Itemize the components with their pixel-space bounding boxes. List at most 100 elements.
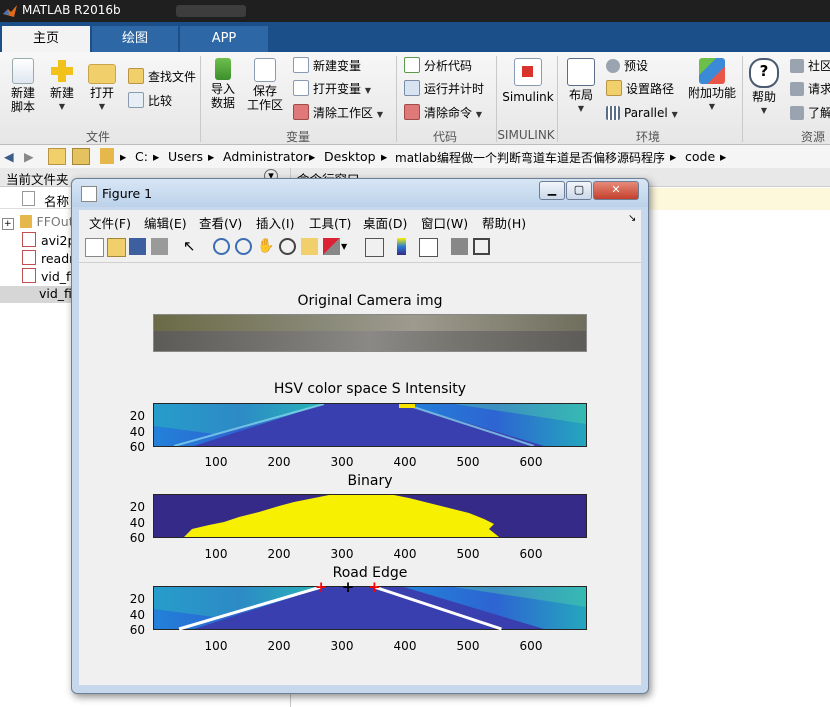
learn-icon [790, 106, 804, 120]
rotate-icon[interactable] [279, 238, 296, 255]
new-variable-button[interactable]: 新建变量 [293, 57, 361, 75]
zoom-in-icon[interactable] [213, 238, 230, 255]
minimize-button[interactable]: ▁ [539, 181, 565, 200]
crumb-project-folder[interactable]: matlab编程做一个判断弯道车道是否偏移源码程序 [395, 149, 665, 166]
parallel-icon [606, 106, 620, 120]
y-tick-label: 60 [129, 531, 145, 545]
run-and-time-button[interactable]: 运行并计时 [404, 80, 484, 98]
compare-button[interactable]: 比较 [128, 92, 172, 110]
compare-icon [128, 92, 144, 108]
clear-commands-button[interactable]: 清除命令 ▼ [404, 104, 482, 122]
open-button[interactable]: 打开 ▼ [86, 58, 118, 114]
browse-folder-icon[interactable] [72, 148, 90, 165]
file-name: vid_fi [39, 286, 72, 301]
set-path-button[interactable]: 设置路径 [606, 80, 674, 98]
layout-button[interactable]: 布局 ▼ [564, 58, 598, 116]
dock-arrow-icon[interactable]: ↘ [628, 213, 636, 224]
matlab-file-icon [22, 268, 36, 283]
learn-matlab-button[interactable]: 了解 [790, 104, 830, 122]
crumb-code[interactable]: code [685, 149, 715, 164]
find-files-icon [128, 68, 144, 84]
matlab-file-icon [22, 232, 36, 247]
clear-workspace-label: 清除工作区 [313, 106, 374, 120]
new-figure-icon[interactable] [85, 238, 104, 257]
crumb-drive[interactable]: C: [135, 149, 148, 164]
request-support-button[interactable]: 请求 [790, 80, 830, 98]
road-edge-svg: + + + [154, 578, 586, 631]
y-tick-label: 20 [129, 409, 145, 423]
colorbar-icon[interactable] [397, 238, 406, 255]
back-arrow-icon[interactable]: ◀ [4, 149, 14, 164]
expand-icon[interactable]: + [2, 218, 14, 230]
list-item[interactable]: readr [22, 250, 74, 267]
preferences-label: 预设 [624, 59, 649, 73]
pan-icon[interactable]: ✋ [257, 238, 274, 255]
save-workspace-button[interactable]: 保存 工作区 [245, 58, 285, 112]
x-tick-label: 400 [393, 639, 417, 653]
import-data-button[interactable]: 导入 数据 [206, 58, 240, 110]
menu-help[interactable]: 帮助(H) [482, 213, 526, 232]
menu-view[interactable]: 查看(V) [199, 213, 242, 232]
save-icon[interactable] [129, 238, 146, 255]
up-folder-icon[interactable] [48, 148, 66, 165]
menu-desktop[interactable]: 桌面(D) [363, 213, 407, 232]
y-tick-label: 60 [129, 623, 145, 637]
forward-arrow-icon[interactable]: ▶ [24, 149, 34, 164]
hide-plot-tools-icon[interactable] [451, 238, 468, 255]
link-icon[interactable] [365, 238, 384, 257]
crumb-separator-icon: ▸ [381, 149, 388, 164]
menu-file[interactable]: 文件(F) [89, 213, 131, 232]
figure-window[interactable]: Figure 1 ▁ ▢ ✕ 文件(F) 编辑(E) 查看(V) 插入(I) 工… [71, 178, 649, 694]
simulink-button[interactable]: Simulink [502, 58, 554, 104]
help-button[interactable]: ? 帮助 ▼ [748, 58, 780, 118]
x-tick-label: 200 [267, 639, 291, 653]
y-tick-label: 60 [129, 440, 145, 454]
tab-plots[interactable]: 绘图 [92, 26, 178, 52]
tab-home[interactable]: 主页 [2, 26, 90, 52]
preferences-button[interactable]: 预设 [606, 57, 648, 75]
chevron-down-icon[interactable]: ▼ [341, 238, 358, 255]
menu-window[interactable]: 窗口(W) [421, 213, 468, 232]
addons-button[interactable]: 附加功能 ▼ [686, 58, 738, 114]
import-label-2: 数据 [210, 96, 235, 110]
maximize-button[interactable]: ▢ [566, 181, 592, 200]
crumb-desktop[interactable]: Desktop [324, 149, 376, 164]
close-button[interactable]: ✕ [593, 181, 639, 200]
menu-tools[interactable]: 工具(T) [309, 213, 351, 232]
parallel-button[interactable]: Parallel ▼ [606, 104, 678, 122]
name-column-header[interactable]: 名称 [44, 191, 69, 210]
title-bar-search[interactable] [176, 5, 246, 17]
list-item[interactable]: avi2p [22, 232, 75, 249]
camera-image [153, 314, 587, 352]
menu-edit[interactable]: 编辑(E) [144, 213, 187, 232]
simulink-icon [514, 58, 542, 86]
crumb-administrator[interactable]: Administrator [223, 149, 308, 164]
legend-icon[interactable] [419, 238, 438, 257]
open-file-icon[interactable] [107, 238, 126, 257]
data-cursor-icon[interactable] [301, 238, 318, 255]
print-icon[interactable] [151, 238, 168, 255]
list-item[interactable]: vid_fi [22, 268, 74, 285]
x-tick-label: 300 [330, 547, 354, 561]
crumb-users[interactable]: Users [168, 149, 203, 164]
show-plot-tools-icon[interactable] [473, 238, 490, 255]
community-button[interactable]: 社区 [790, 57, 830, 75]
pointer-icon[interactable]: ↖ [183, 238, 200, 255]
tab-apps[interactable]: APP [180, 26, 268, 52]
list-item[interactable]: + FFOut [2, 214, 74, 231]
zoom-out-icon[interactable] [235, 238, 252, 255]
open-variable-button[interactable]: 打开变量 ▼ [293, 80, 371, 98]
clear-workspace-button[interactable]: 清除工作区 ▼ [293, 104, 383, 122]
save-workspace-icon [254, 58, 276, 82]
new-button[interactable]: 新建 ▼ [46, 58, 78, 114]
find-files-button[interactable]: 查找文件 [128, 68, 196, 86]
analyze-code-button[interactable]: 分析代码 [404, 57, 472, 75]
analyze-label: 分析代码 [424, 59, 473, 73]
new-variable-label: 新建变量 [313, 59, 362, 73]
chevron-down-icon: ▼ [760, 106, 768, 115]
figure-title-bar[interactable]: Figure 1 ▁ ▢ ✕ [72, 179, 648, 207]
brush-icon[interactable] [323, 238, 340, 255]
menu-insert[interactable]: 插入(I) [256, 213, 294, 232]
y-tick-label: 40 [129, 516, 145, 530]
new-script-button[interactable]: 新建 脚本 [6, 58, 40, 114]
